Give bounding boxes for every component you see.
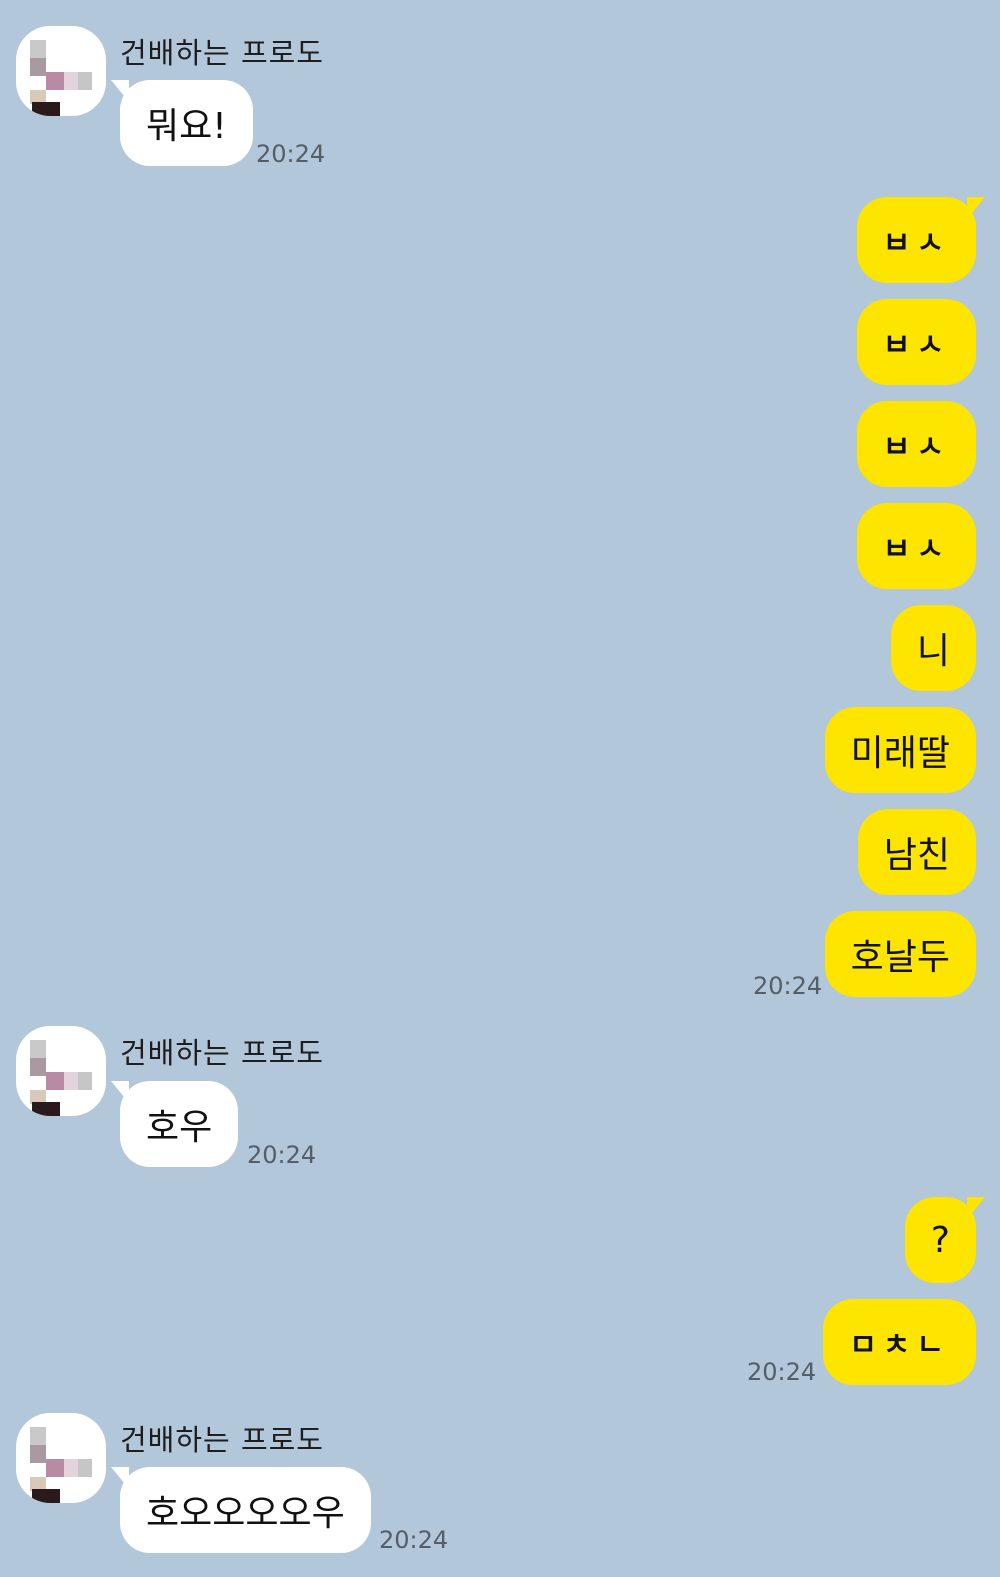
message-text: ㅂㅅ xyxy=(882,328,950,363)
bubble-tail xyxy=(111,1467,129,1489)
message-text: ㅂㅅ xyxy=(882,532,950,567)
message-text: 호날두 xyxy=(850,937,950,978)
sender-name: 건배하는 프로도 xyxy=(120,1423,324,1457)
message-bubble-outgoing[interactable]: ㅂㅅ xyxy=(856,401,976,487)
message-text: 뭐요! xyxy=(146,106,227,147)
sender-avatar[interactable] xyxy=(16,26,106,116)
sender-avatar[interactable] xyxy=(16,1026,106,1116)
bubble-tail xyxy=(111,80,129,102)
message-text: 남친 xyxy=(883,835,950,876)
bubble-tail xyxy=(967,197,985,219)
message-text: ? xyxy=(930,1219,950,1261)
bubble-tail xyxy=(967,1197,985,1219)
message-bubble-outgoing[interactable]: 남친 xyxy=(857,809,976,895)
message-bubble-outgoing[interactable]: ㅂㅅ xyxy=(856,197,985,283)
message-text: 미래딸 xyxy=(850,733,950,774)
message-bubble-outgoing[interactable]: ㅂㅅ xyxy=(856,299,976,385)
bubble-tail xyxy=(111,1081,129,1103)
message-timestamp: 20:24 xyxy=(753,972,823,1000)
message-timestamp: 20:24 xyxy=(379,1526,449,1554)
sender-name: 건배하는 프로도 xyxy=(120,1036,324,1070)
message-timestamp: 20:24 xyxy=(256,140,326,168)
message-bubble-incoming[interactable]: 호우 xyxy=(111,1081,239,1167)
message-bubble-outgoing[interactable]: ㅂㅅ xyxy=(856,503,976,589)
message-bubble-outgoing[interactable]: 니 xyxy=(890,605,976,691)
sender-avatar[interactable] xyxy=(16,1413,106,1503)
message-text: 호오오오오우 xyxy=(146,1493,345,1534)
sender-name: 건배하는 프로도 xyxy=(120,36,324,70)
message-bubble-outgoing[interactable]: 미래딸 xyxy=(824,707,976,793)
message-bubble-outgoing[interactable]: ㅁㅊㄴ xyxy=(823,1299,976,1385)
message-text: ㅂㅅ xyxy=(882,226,950,261)
message-text: 호우 xyxy=(146,1107,213,1148)
message-text: ㅂㅅ xyxy=(882,430,950,465)
message-text: ㅁㅊㄴ xyxy=(849,1328,950,1363)
message-bubble-incoming[interactable]: 호오오오오우 xyxy=(111,1467,371,1553)
message-bubble-outgoing[interactable]: ? xyxy=(904,1197,985,1283)
message-timestamp: 20:24 xyxy=(247,1141,317,1169)
message-text: 니 xyxy=(916,631,950,672)
message-bubble-incoming[interactable]: 뭐요! xyxy=(111,80,253,166)
message-bubble-outgoing[interactable]: 호날두 xyxy=(824,911,976,997)
message-timestamp: 20:24 xyxy=(747,1358,817,1386)
